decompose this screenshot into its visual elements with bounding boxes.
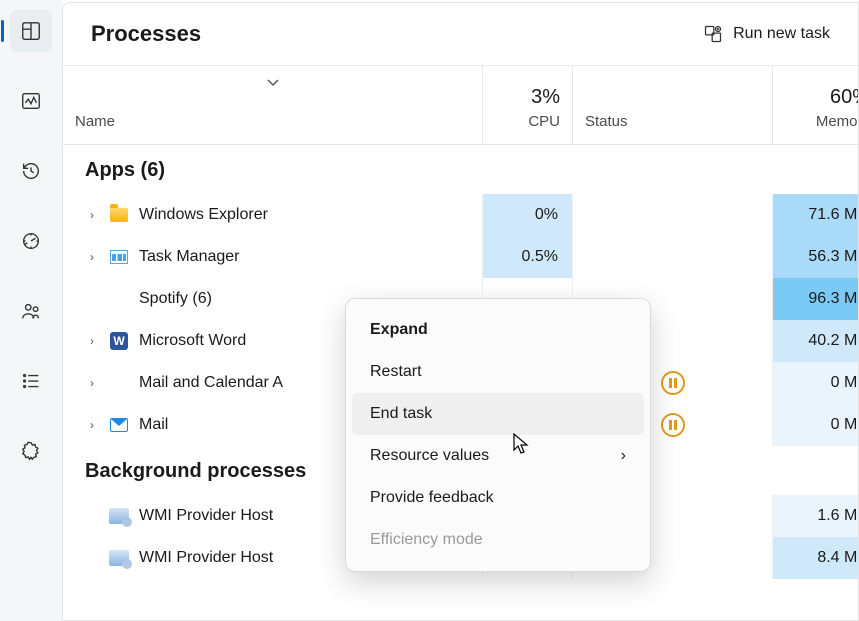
context-menu: Expand Restart End task Resource values … [345, 298, 651, 572]
sidebar-users[interactable] [10, 290, 52, 332]
service-icon [109, 506, 129, 526]
sidebar-services[interactable] [10, 430, 52, 472]
startup-icon [20, 230, 42, 252]
status-cell [573, 194, 773, 236]
sidebar-startup[interactable] [10, 220, 52, 262]
chevron-right-icon[interactable]: › [85, 208, 99, 222]
paused-icon [661, 371, 685, 395]
sort-indicator-icon [266, 74, 280, 91]
menu-expand[interactable]: Expand [346, 309, 650, 351]
services-icon [20, 440, 42, 462]
memory-cell: 71.6 MB [773, 194, 858, 236]
process-row[interactable]: ›Windows Explorer 0% 71.6 MB [63, 194, 858, 236]
menu-end-task[interactable]: End task [352, 393, 644, 435]
folder-icon [109, 205, 129, 225]
group-apps: Apps (6) [63, 145, 858, 194]
chevron-right-icon: › [621, 447, 626, 465]
menu-efficiency-mode: Efficiency mode [346, 519, 650, 561]
mouse-cursor-icon [512, 432, 530, 456]
memory-cell: 0 MB [773, 362, 858, 404]
run-task-label: Run new task [733, 25, 830, 43]
cpu-cell: 0.5% [483, 236, 573, 278]
memory-cell: 8.4 MB [773, 537, 858, 579]
app-icon [109, 373, 129, 393]
cpu-cell: 0% [483, 194, 573, 236]
details-icon [20, 370, 42, 392]
status-cell [573, 236, 773, 278]
chevron-right-icon[interactable]: › [85, 334, 99, 348]
sidebar-details[interactable] [10, 360, 52, 402]
chevron-right-icon[interactable]: › [85, 418, 99, 432]
run-new-task-button[interactable]: Run new task [703, 24, 830, 44]
process-row[interactable]: ›Task Manager 0.5% 56.3 MB [63, 236, 858, 278]
chevron-right-icon[interactable]: › [85, 376, 99, 390]
col-status[interactable]: Status [573, 66, 773, 144]
col-memory[interactable]: 60% Memory [773, 66, 859, 144]
sidebar [0, 0, 62, 621]
performance-icon [20, 90, 42, 112]
memory-cell: 56.3 MB [773, 236, 858, 278]
column-headers: Name 3% CPU Status 60% Memory [63, 66, 858, 145]
memory-cell: 1.6 MB [773, 495, 858, 537]
run-task-icon [703, 24, 723, 44]
task-manager-icon [109, 247, 129, 267]
page-title: Processes [91, 21, 201, 47]
header: Processes Run new task [63, 3, 858, 66]
col-name[interactable]: Name [63, 66, 483, 144]
sidebar-performance[interactable] [10, 80, 52, 122]
mail-icon [109, 415, 129, 435]
processes-icon [20, 20, 42, 42]
menu-restart[interactable]: Restart [346, 351, 650, 393]
word-icon: W [109, 331, 129, 351]
users-icon [20, 300, 42, 322]
chevron-right-icon[interactable]: › [85, 250, 99, 264]
service-icon [109, 548, 129, 568]
paused-icon [661, 413, 685, 437]
memory-cell: 40.2 MB [773, 320, 858, 362]
sidebar-app-history[interactable] [10, 150, 52, 192]
memory-cell: 0 MB [773, 404, 858, 446]
menu-provide-feedback[interactable]: Provide feedback [346, 477, 650, 519]
memory-cell: 96.3 MB [773, 278, 858, 320]
sidebar-processes[interactable] [10, 10, 52, 52]
col-cpu[interactable]: 3% CPU [483, 66, 573, 144]
history-icon [20, 160, 42, 182]
menu-resource-values[interactable]: Resource values › [346, 435, 650, 477]
app-icon [109, 289, 129, 309]
